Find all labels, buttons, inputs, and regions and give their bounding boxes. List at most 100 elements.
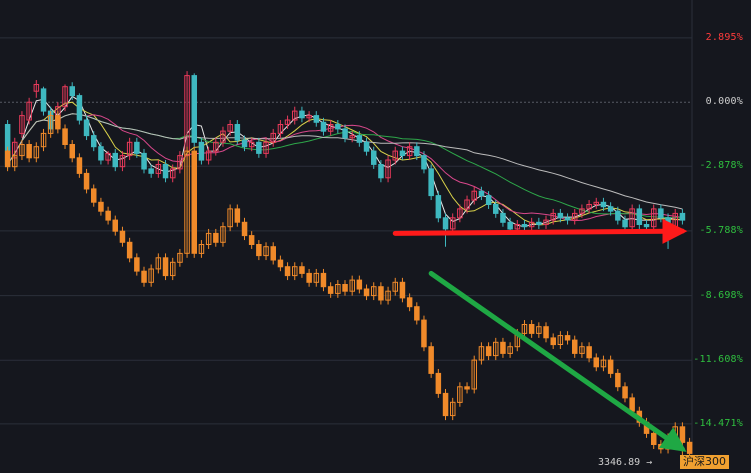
index-candle xyxy=(550,333,556,349)
index-candle xyxy=(493,337,499,361)
index-candle xyxy=(76,153,83,178)
candle-body xyxy=(622,219,628,228)
index-candle xyxy=(622,382,628,403)
stock-candle xyxy=(126,137,133,161)
candle-body xyxy=(593,357,599,368)
candle-body xyxy=(299,110,305,119)
candle-body xyxy=(320,121,327,132)
candle-body xyxy=(356,135,363,143)
index-candle xyxy=(83,168,90,194)
index-candle xyxy=(313,268,320,287)
y-tick-label: -8.698% xyxy=(699,289,743,301)
candle-body xyxy=(306,272,312,283)
candle-body xyxy=(55,115,61,130)
candle-body xyxy=(126,241,133,259)
y-tick-label: 0.000% xyxy=(705,96,743,108)
candle-body xyxy=(356,279,363,290)
candle-body xyxy=(679,426,686,443)
candle-body xyxy=(26,144,32,159)
candle-body xyxy=(241,139,248,148)
stock-candle xyxy=(593,197,599,209)
index-candle xyxy=(227,204,233,232)
index-candle xyxy=(320,268,327,292)
index-candle xyxy=(40,128,47,152)
stock-candle xyxy=(306,111,312,123)
stock-candle xyxy=(679,208,686,225)
candle-body xyxy=(40,88,47,112)
candle-body xyxy=(485,346,492,357)
index-candle xyxy=(399,277,406,303)
candle-body xyxy=(277,259,284,268)
candle-body xyxy=(493,204,499,214)
candle-body xyxy=(234,124,241,141)
index-candle xyxy=(241,217,248,241)
stock-candle xyxy=(256,137,262,158)
candle-body xyxy=(421,155,427,170)
candle-body xyxy=(198,141,205,161)
candle-body xyxy=(665,217,671,228)
stock-candle xyxy=(141,148,147,174)
stock-candle xyxy=(521,220,528,232)
candle-body xyxy=(98,146,104,161)
candle-body xyxy=(105,210,111,221)
stock-candle xyxy=(672,208,678,232)
index-candle xyxy=(457,382,463,407)
stock-candle xyxy=(378,160,384,183)
ma-line-yellow xyxy=(7,101,683,226)
stock-candle xyxy=(83,115,90,141)
candle-body xyxy=(213,232,219,243)
index-candle xyxy=(557,331,564,349)
index-candle xyxy=(33,142,40,163)
stock-candle xyxy=(91,131,97,152)
stock-candle xyxy=(335,120,341,134)
index-candle xyxy=(263,242,269,261)
index-candle xyxy=(543,322,549,343)
stock-candle xyxy=(62,84,68,112)
candle-body xyxy=(478,190,485,197)
index-low-value: 3346.89 xyxy=(598,457,641,468)
index-candle xyxy=(141,266,147,287)
stock-candle xyxy=(313,111,320,127)
red-arrow xyxy=(392,218,688,244)
candle-body xyxy=(536,221,542,226)
index-candle xyxy=(270,242,276,265)
index-low-label: 3346.89 → xyxy=(598,457,652,469)
index-candle xyxy=(435,368,442,398)
index-candle xyxy=(62,124,68,149)
index-candle xyxy=(464,382,470,394)
stock-candle xyxy=(363,137,370,156)
candle-body xyxy=(607,206,614,212)
candle-body xyxy=(69,86,75,97)
candle-body xyxy=(442,217,449,230)
stock-candle xyxy=(435,191,442,223)
candle-body xyxy=(284,266,291,277)
chart-stage: 2.895% 0.000% -2.878% -5.788% -8.698% -11.608… xyxy=(0,0,751,469)
stock-candle xyxy=(320,117,327,136)
y-tick-label: -14.471% xyxy=(693,417,743,429)
stock-candle xyxy=(636,204,643,229)
stock-candle xyxy=(155,160,162,178)
candle-body xyxy=(335,124,341,130)
candle-body xyxy=(686,441,693,454)
index-candle xyxy=(378,282,384,305)
index-candle xyxy=(134,253,140,276)
candle-body xyxy=(119,230,126,243)
candle-body xyxy=(83,172,90,190)
stock-candle xyxy=(428,164,434,201)
green-arrow xyxy=(428,270,687,452)
stock-candle xyxy=(399,146,406,161)
candle-body xyxy=(464,386,470,390)
candle-body xyxy=(406,297,413,308)
candle-body xyxy=(4,150,11,168)
candle-body xyxy=(134,141,140,154)
candle-body xyxy=(69,144,75,159)
index-name-badge[interactable]: 沪深300 xyxy=(680,455,729,469)
candlestick-chart xyxy=(0,0,693,469)
stock-candle xyxy=(40,86,47,116)
index-candle xyxy=(205,228,212,249)
stock-candle xyxy=(227,120,233,136)
index-candle xyxy=(105,206,111,225)
index-candle xyxy=(371,282,377,301)
candle-body xyxy=(658,208,664,219)
candle-body xyxy=(270,246,276,261)
